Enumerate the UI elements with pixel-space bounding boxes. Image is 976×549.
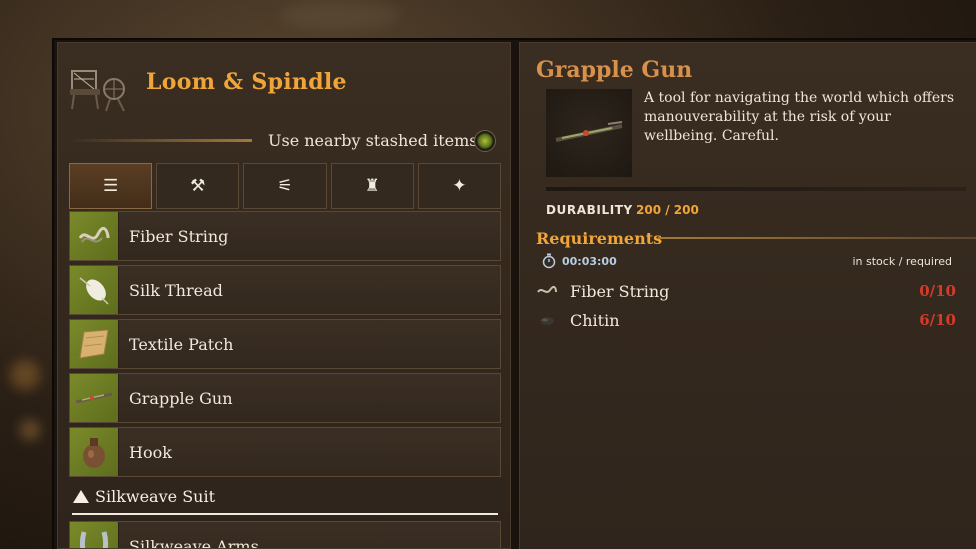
station-title: Loom & Spindle [146, 69, 347, 95]
fiber-string-icon [536, 284, 558, 298]
recipe-detail-panel: Grapple Gun A tool for navigating the wo… [519, 42, 976, 549]
section-label: Silkweave Suit [95, 486, 215, 506]
loom-spinning-wheel-icon [68, 61, 130, 113]
list-icon: ☰ [102, 176, 119, 196]
textile-patch-icon [70, 320, 119, 368]
hook-icon [70, 428, 119, 476]
chitin-icon [536, 314, 558, 326]
stash-toggle[interactable] [474, 130, 496, 152]
armor-icon: ♜ [364, 176, 380, 196]
recipe-item-hook[interactable]: Hook [69, 427, 501, 477]
durability-label: DURABILITY [546, 203, 633, 217]
category-tabs: ☰ ⚒ ⚟ ♜ ✦ [69, 163, 502, 209]
silk-thread-icon [70, 266, 119, 314]
stock-label: in stock / required [852, 255, 952, 268]
requirement-name: Chitin [570, 310, 620, 330]
recipe-name: Fiber String [129, 226, 229, 246]
tab-all[interactable]: ☰ [69, 163, 153, 209]
hammer-icon: ⚒ [190, 176, 206, 196]
requirement-row: Fiber String 0/10 [536, 278, 956, 304]
recipe-item-fiber-string[interactable]: Fiber String [69, 211, 501, 261]
grapple-gun-icon [546, 89, 632, 177]
fiber-string-icon [70, 212, 119, 260]
grapple-gun-icon [70, 374, 119, 422]
tab-special[interactable]: ✦ [417, 163, 502, 209]
requirements-heading: Requirements [536, 229, 663, 248]
silkweave-arms-icon [70, 522, 119, 548]
recipe-panel: Loom & Spindle Use nearby stashed items … [57, 42, 511, 549]
requirement-qty: 0/10 [919, 282, 956, 300]
recipe-name: Silkweave Arms [129, 536, 259, 549]
recipe-name: Grapple Gun [129, 388, 233, 408]
requirement-name: Fiber String [570, 281, 670, 301]
item-description: A tool for navigating the world which of… [644, 90, 955, 144]
item-title: Grapple Gun [536, 57, 693, 83]
recipe-name: Silk Thread [129, 280, 223, 300]
tab-tools[interactable]: ⚒ [156, 163, 240, 209]
durability-bar [546, 187, 966, 191]
requirements-divider [658, 237, 976, 239]
recipe-item-grapple-gun[interactable]: Grapple Gun [69, 373, 501, 423]
section-divider [72, 513, 498, 515]
recipe-name: Textile Patch [129, 334, 234, 354]
collapse-triangle-icon [73, 489, 89, 503]
tab-equipment[interactable]: ⚟ [243, 163, 327, 209]
craft-time: 00:03:00 [562, 254, 617, 268]
recipe-item-textile-patch[interactable]: Textile Patch [69, 319, 501, 369]
section-header-silkweave-suit[interactable]: Silkweave Suit [69, 481, 501, 511]
tool-icon: ⚟ [277, 176, 293, 196]
stash-label: Use nearby stashed items [268, 131, 478, 150]
recipe-item-silk-thread[interactable]: Silk Thread [69, 265, 501, 315]
craft-timer: 00:03:00 [542, 253, 617, 269]
tab-armor[interactable]: ♜ [330, 163, 414, 209]
recipe-name: Hook [129, 442, 172, 462]
stopwatch-icon [542, 253, 556, 269]
sparkle-icon: ✦ [452, 176, 467, 196]
stash-divider [72, 139, 252, 142]
requirement-qty: 6/10 [919, 311, 956, 329]
requirement-row: Chitin 6/10 [536, 307, 956, 333]
durability-value: 200 / 200 [636, 203, 699, 217]
recipe-list: Fiber String Silk Thread Textile Patch G… [69, 211, 501, 549]
recipe-item-silkweave-arms[interactable]: Silkweave Arms [69, 521, 501, 549]
